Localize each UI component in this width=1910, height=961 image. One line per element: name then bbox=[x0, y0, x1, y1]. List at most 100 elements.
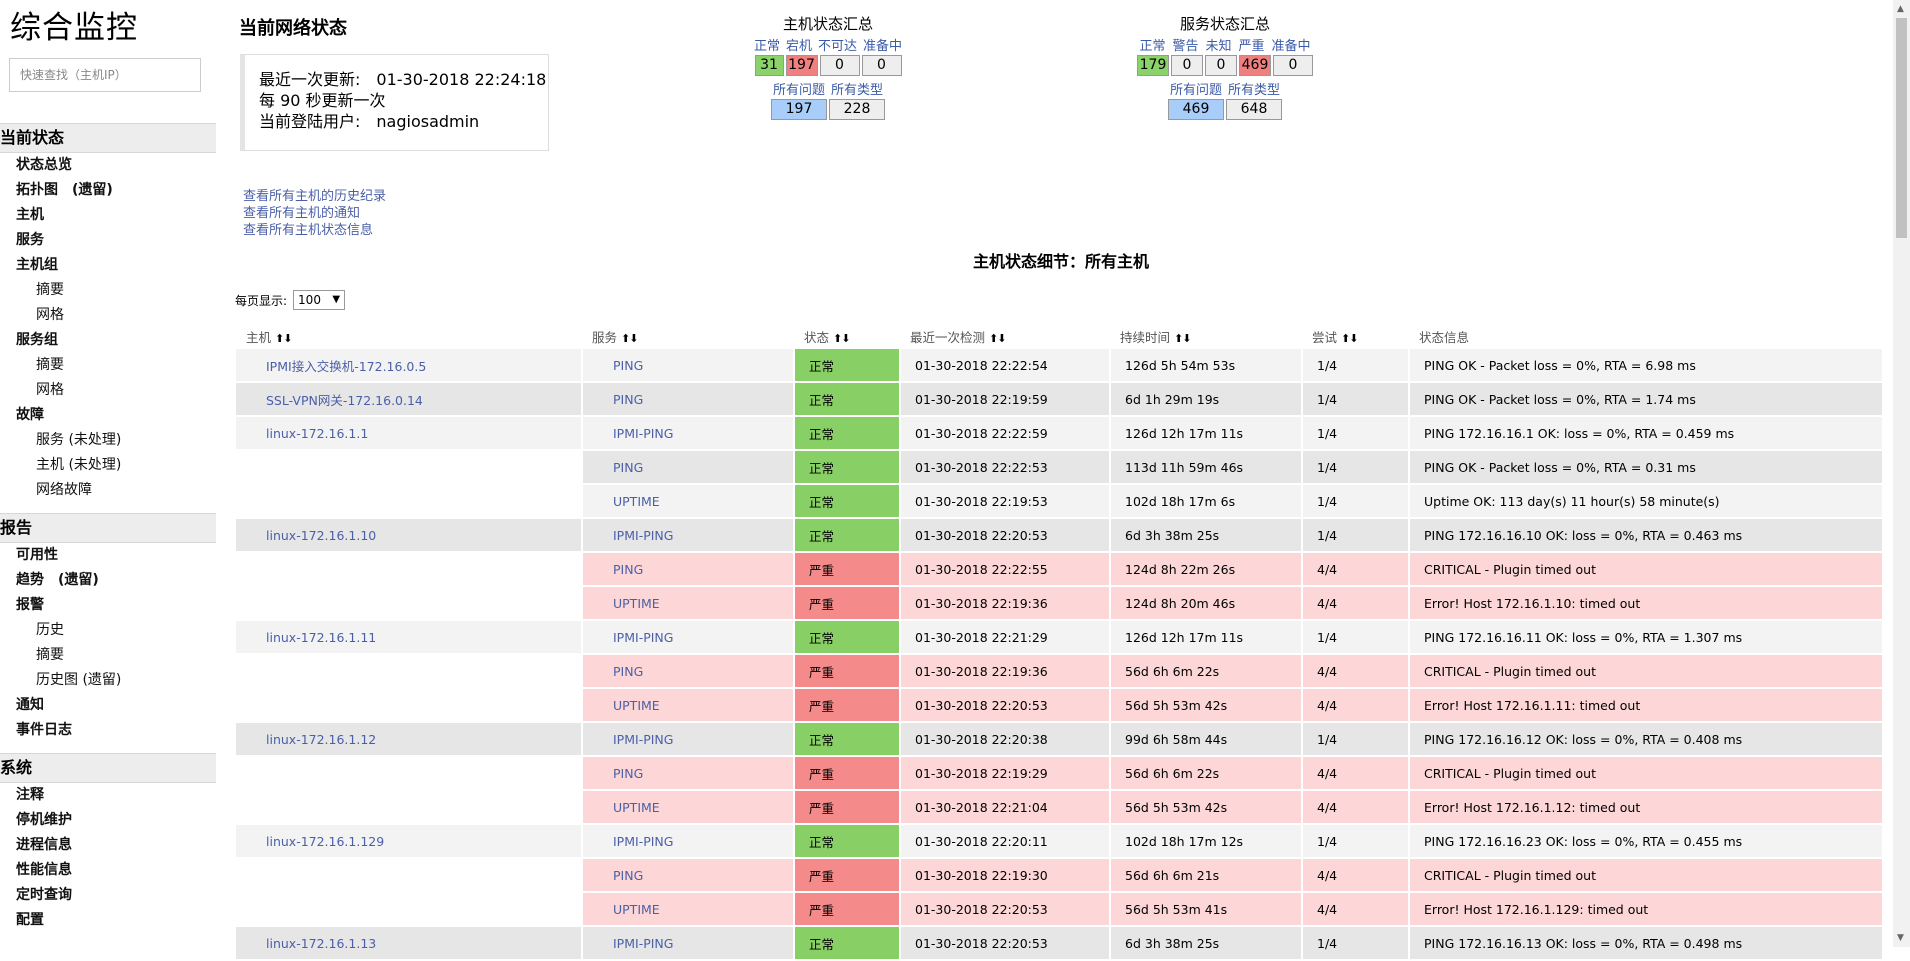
host-link[interactable] bbox=[236, 868, 266, 883]
sidebar-item[interactable]: 服务组 bbox=[0, 328, 216, 353]
host-all-types-count[interactable]: 228 bbox=[829, 99, 885, 120]
host-unreachable-count[interactable]: 0 bbox=[819, 55, 860, 76]
host-link[interactable] bbox=[236, 664, 266, 679]
scroll-thumb[interactable] bbox=[1896, 18, 1907, 238]
scroll-up-icon[interactable]: ▲ bbox=[1897, 4, 1904, 14]
host-history-link[interactable]: 查看所有主机的历史纪录 bbox=[243, 188, 386, 205]
service-link[interactable]: UPTIME bbox=[583, 902, 660, 917]
page-size-select[interactable]: 100 bbox=[293, 290, 346, 310]
sidebar-item[interactable]: 主机 (未处理) bbox=[0, 453, 216, 478]
host-link[interactable]: IPMI接入交换机-172.16.0.5 bbox=[236, 359, 426, 374]
sidebar-item[interactable]: 定时查询 bbox=[0, 883, 216, 908]
sidebar-item[interactable]: 故障 bbox=[0, 403, 216, 428]
host-link[interactable]: linux-172.16.1.11 bbox=[236, 630, 376, 645]
sidebar-item[interactable]: 历史图 (遗留) bbox=[0, 668, 216, 693]
service-link[interactable]: PING bbox=[583, 766, 643, 781]
host-all-problems-header[interactable]: 所有问题 bbox=[773, 79, 825, 98]
sidebar-item[interactable]: 注释 bbox=[0, 783, 216, 808]
service-link[interactable]: UPTIME bbox=[583, 698, 660, 713]
sidebar-item[interactable]: 历史 bbox=[0, 618, 216, 643]
host-link[interactable] bbox=[236, 902, 266, 917]
host-all-types-header[interactable]: 所有类型 bbox=[831, 79, 883, 98]
service-critical-count[interactable]: 469 bbox=[1239, 55, 1271, 76]
service-warning-count[interactable]: 0 bbox=[1171, 55, 1203, 76]
col-status[interactable]: 状态 ⬆⬇ bbox=[794, 324, 900, 349]
sidebar-item[interactable]: 通知 bbox=[0, 693, 216, 718]
vertical-scrollbar[interactable]: ▲ ▼ bbox=[1893, 0, 1910, 947]
service-unknown-count[interactable]: 0 bbox=[1205, 55, 1237, 76]
sort-arrows-icon[interactable]: ⬆⬇ bbox=[989, 332, 1006, 345]
host-down-count[interactable]: 197 bbox=[785, 55, 818, 76]
service-link[interactable]: PING bbox=[583, 460, 643, 475]
sidebar-item[interactable]: 主机 bbox=[0, 203, 216, 228]
service-all-types-header[interactable]: 所有类型 bbox=[1228, 79, 1280, 98]
service-link[interactable]: IPMI-PING bbox=[583, 834, 673, 849]
host-link[interactable] bbox=[236, 494, 266, 509]
host-link[interactable]: SSL-VPN网关-172.16.0.14 bbox=[236, 393, 423, 408]
scroll-down-icon[interactable]: ▼ bbox=[1897, 933, 1904, 943]
host-up-header[interactable]: 正常 bbox=[754, 35, 780, 54]
host-link[interactable]: linux-172.16.1.1 bbox=[236, 426, 368, 441]
sort-arrows-icon[interactable]: ⬆⬇ bbox=[1341, 332, 1358, 345]
sidebar-item[interactable]: 服务 (未处理) bbox=[0, 428, 216, 453]
sidebar-item[interactable]: 网络故障 bbox=[0, 478, 216, 503]
sort-arrows-icon[interactable]: ⬆⬇ bbox=[1174, 332, 1191, 345]
sidebar-item[interactable]: 性能信息 bbox=[0, 858, 216, 883]
host-link[interactable] bbox=[236, 800, 266, 815]
host-link[interactable] bbox=[236, 596, 266, 611]
service-link[interactable]: PING bbox=[583, 562, 643, 577]
sidebar-item[interactable]: 事件日志 bbox=[0, 718, 216, 743]
sidebar-item[interactable]: 进程信息 bbox=[0, 833, 216, 858]
sort-arrows-icon[interactable]: ⬆⬇ bbox=[275, 332, 292, 345]
service-link[interactable]: IPMI-PING bbox=[583, 936, 673, 951]
service-all-problems-count[interactable]: 469 bbox=[1168, 99, 1224, 120]
service-critical-header[interactable]: 严重 bbox=[1239, 35, 1265, 54]
sidebar-item[interactable]: 拓扑图 (遗留) bbox=[0, 178, 216, 203]
sidebar-item[interactable]: 趋势 (遗留) bbox=[0, 568, 216, 593]
sidebar-item[interactable]: 网格 bbox=[0, 378, 216, 403]
service-link[interactable]: IPMI-PING bbox=[583, 732, 673, 747]
host-link[interactable]: linux-172.16.1.13 bbox=[236, 936, 376, 951]
service-link[interactable]: PING bbox=[583, 664, 643, 679]
service-link[interactable]: IPMI-PING bbox=[583, 630, 673, 645]
col-last-check[interactable]: 最近一次检测 ⬆⬇ bbox=[900, 324, 1110, 349]
service-ok-header[interactable]: 正常 bbox=[1139, 35, 1165, 54]
host-link[interactable] bbox=[236, 460, 266, 475]
service-link[interactable]: IPMI-PING bbox=[583, 426, 673, 441]
sidebar-item[interactable]: 网格 bbox=[0, 303, 216, 328]
service-ok-count[interactable]: 179 bbox=[1137, 55, 1169, 76]
service-link[interactable]: UPTIME bbox=[583, 800, 660, 815]
service-warning-header[interactable]: 警告 bbox=[1172, 35, 1198, 54]
service-pending-count[interactable]: 0 bbox=[1273, 55, 1313, 76]
sort-arrows-icon[interactable]: ⬆⬇ bbox=[833, 332, 850, 345]
service-all-problems-header[interactable]: 所有问题 bbox=[1170, 79, 1222, 98]
service-link[interactable]: PING bbox=[583, 392, 643, 407]
host-up-count[interactable]: 31 bbox=[754, 55, 784, 76]
host-all-problems-count[interactable]: 197 bbox=[771, 99, 827, 120]
service-link[interactable]: IPMI-PING bbox=[583, 528, 673, 543]
search-input[interactable] bbox=[9, 58, 201, 92]
host-link[interactable] bbox=[236, 698, 266, 713]
col-attempt[interactable]: 尝试 ⬆⬇ bbox=[1302, 324, 1409, 349]
sidebar-item[interactable]: 停机维护 bbox=[0, 808, 216, 833]
service-all-types-count[interactable]: 648 bbox=[1226, 99, 1282, 120]
col-host[interactable]: 主机 ⬆⬇ bbox=[236, 324, 582, 349]
col-service[interactable]: 服务 ⬆⬇ bbox=[582, 324, 794, 349]
host-notifications-link[interactable]: 查看所有主机的通知 bbox=[243, 205, 386, 222]
host-link[interactable]: linux-172.16.1.129 bbox=[236, 834, 384, 849]
sidebar-item[interactable]: 摘要 bbox=[0, 353, 216, 378]
service-link[interactable]: PING bbox=[583, 868, 643, 883]
sidebar-item[interactable]: 配置 bbox=[0, 908, 216, 933]
sidebar-item[interactable]: 摘要 bbox=[0, 278, 216, 303]
sidebar-item[interactable]: 摘要 bbox=[0, 643, 216, 668]
host-pending-header[interactable]: 准备中 bbox=[863, 35, 902, 54]
host-link[interactable] bbox=[236, 766, 266, 781]
host-link[interactable]: linux-172.16.1.10 bbox=[236, 528, 376, 543]
sidebar-item[interactable]: 服务 bbox=[0, 228, 216, 253]
host-link[interactable]: linux-172.16.1.12 bbox=[236, 732, 376, 747]
sidebar-item[interactable]: 主机组 bbox=[0, 253, 216, 278]
service-link[interactable]: UPTIME bbox=[583, 596, 660, 611]
host-pending-count[interactable]: 0 bbox=[861, 55, 902, 76]
col-duration[interactable]: 持续时间 ⬆⬇ bbox=[1110, 324, 1302, 349]
sidebar-item[interactable]: 可用性 bbox=[0, 543, 216, 568]
